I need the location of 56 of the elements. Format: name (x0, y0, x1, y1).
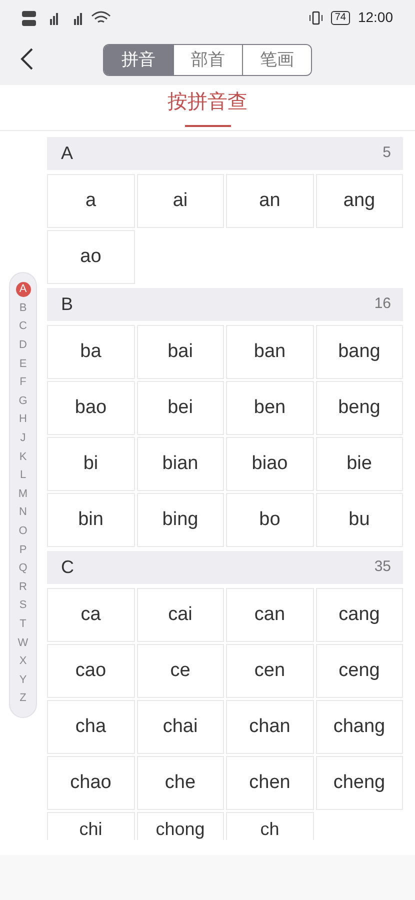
syllable-cell[interactable]: bi (47, 437, 134, 491)
syllable-cell[interactable]: cao (47, 644, 134, 698)
section-count: 5 (382, 143, 391, 164)
syllable-cell[interactable]: bao (47, 381, 134, 435)
syllable-cell[interactable]: che (136, 756, 224, 810)
syllable-cell[interactable]: chen (226, 756, 314, 810)
page-title: 按拼音查 (168, 90, 248, 115)
syllable-cell[interactable]: bai (136, 325, 224, 379)
segment-tab[interactable]: 拼音 (104, 45, 173, 75)
syllable-cell[interactable]: biao (226, 437, 314, 491)
section-letter: B (61, 293, 74, 316)
syllable-cell[interactable]: chai (136, 700, 224, 754)
syllable-cell[interactable]: a (47, 174, 134, 228)
syllable-cell[interactable]: bei (136, 381, 224, 435)
syllable-cell[interactable]: chao (47, 756, 134, 810)
clock-time: 12:00 (358, 8, 393, 27)
section-count: 35 (374, 557, 391, 578)
syllable-cell[interactable]: bo (226, 493, 314, 547)
vibrate-icon (308, 10, 323, 24)
syllable-cell[interactable]: ch (226, 812, 314, 840)
syllable-cell[interactable]: beng (316, 381, 403, 435)
syllable-cell[interactable]: can (226, 588, 314, 642)
syllable-cell[interactable]: bian (136, 437, 224, 491)
syllable-cell[interactable]: chong (136, 812, 224, 840)
syllable-cell[interactable]: ban (226, 325, 314, 379)
battery-level: 74 (330, 10, 350, 24)
syllable-cell[interactable]: chan (226, 700, 314, 754)
syllable-cell[interactable]: cha (47, 700, 134, 754)
segment-tab[interactable]: 笔画 (242, 45, 311, 75)
back-icon[interactable] (20, 48, 34, 70)
syllable-cell[interactable]: cen (226, 644, 314, 698)
syllable-cell[interactable]: ben (226, 381, 314, 435)
syllable-cell[interactable]: ang (316, 174, 403, 228)
syllable-cell[interactable]: bin (47, 493, 134, 547)
syllable-cell[interactable]: an (226, 174, 314, 228)
title-underline (184, 125, 230, 127)
syllable-cell[interactable]: ceng (316, 644, 403, 698)
syllable-cell[interactable]: bie (316, 437, 403, 491)
syllable-cell[interactable]: chi (47, 812, 134, 840)
syllable-cell[interactable]: ca (47, 588, 134, 642)
syllable-cell[interactable]: ba (47, 325, 134, 379)
syllable-cell[interactable]: ao (47, 230, 134, 284)
syllable-cell[interactable]: chang (316, 700, 403, 754)
syllable-cell[interactable]: cang (316, 588, 403, 642)
index-letter[interactable]: A (16, 282, 30, 297)
syllable-cell[interactable]: bang (316, 325, 403, 379)
syllable-cell[interactable]: bu (316, 493, 403, 547)
syllable-cell[interactable]: cheng (316, 756, 403, 810)
syllable-cell[interactable]: cai (136, 588, 224, 642)
syllable-cell[interactable]: ai (136, 174, 224, 228)
syllable-cell[interactable]: bing (136, 493, 224, 547)
syllable-cell[interactable]: ce (136, 644, 224, 698)
segment-tab[interactable]: 部首 (173, 45, 242, 75)
section-letter: A (61, 142, 74, 165)
section-letter: C (61, 556, 74, 579)
section-count: 16 (374, 294, 391, 314)
